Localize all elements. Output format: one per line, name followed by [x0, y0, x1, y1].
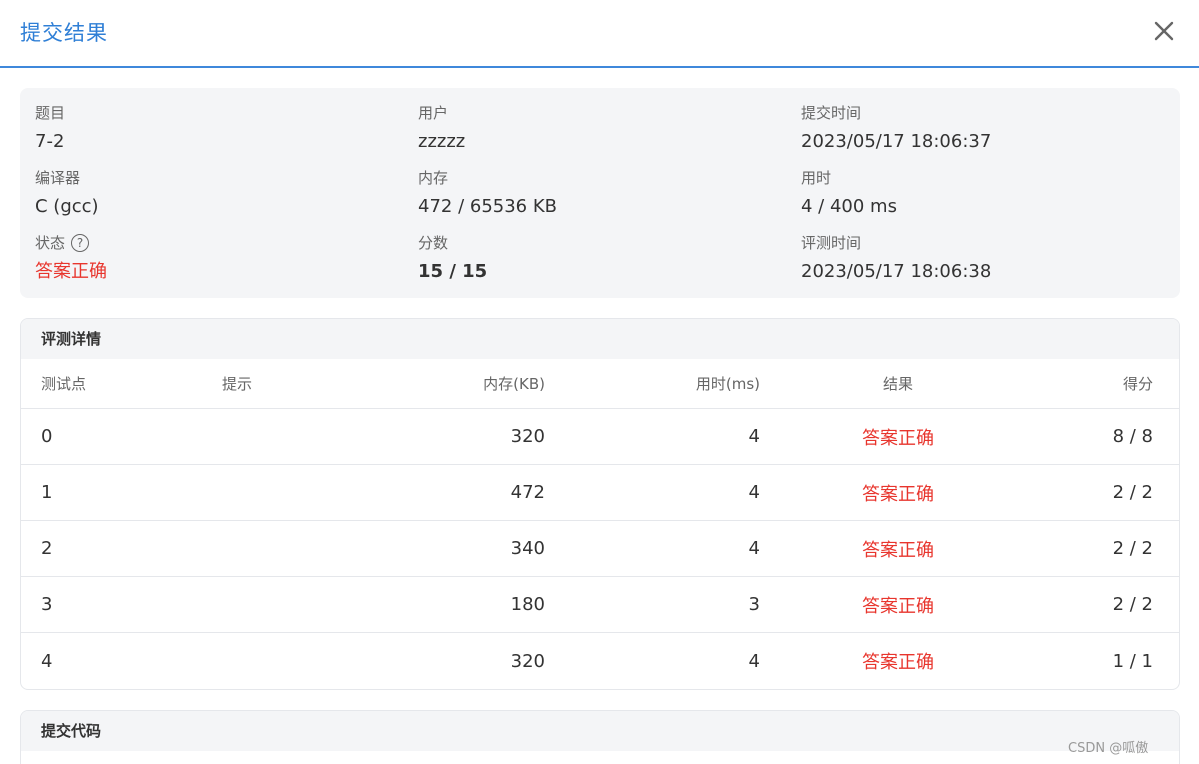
col-testcase: 测试点: [41, 375, 87, 393]
time-used-field: 用时 4 / 400 ms: [801, 167, 897, 219]
judge-time-label: 评测时间: [801, 234, 862, 252]
compiler-value: C (gcc): [35, 196, 99, 217]
user-value: zzzzz: [418, 131, 466, 152]
judge-detail-title: 评测详情: [21, 319, 1179, 359]
cell-time: 4: [748, 538, 760, 559]
problem-value[interactable]: 7-2: [35, 130, 65, 154]
problem-field: 题目 7-2: [35, 102, 65, 154]
cell-result: 答案正确: [862, 595, 934, 617]
table-row: 1 472 4 答案正确 2 / 2: [21, 465, 1179, 521]
cell-score: 1 / 1: [1112, 650, 1153, 672]
submission-summary: 题目 7-2 用户 zzzzz 提交时间 2023/05/17 18:06:37…: [20, 88, 1180, 298]
col-score: 得分: [1122, 375, 1153, 393]
col-time: 用时(ms): [695, 375, 760, 393]
close-icon[interactable]: [1150, 17, 1178, 45]
cell-memory: 180: [510, 594, 545, 615]
time-used-label: 用时: [801, 169, 832, 187]
submit-time-value: 2023/05/17 18:06:37: [801, 131, 992, 152]
table-header: 测试点 提示 内存(KB) 用时(ms) 结果 得分: [21, 359, 1179, 409]
user-label: 用户: [418, 104, 449, 122]
score-value: 15 / 15: [418, 261, 488, 282]
cell-memory: 320: [510, 650, 545, 672]
cell-memory: 340: [510, 538, 545, 559]
cell-testcase: 2: [41, 538, 53, 559]
col-result: 结果: [882, 375, 913, 393]
table-row: 3 180 3 答案正确 2 / 2: [21, 577, 1179, 633]
dialog-title: 提交结果: [20, 21, 108, 45]
submitted-code-title: 提交代码: [21, 711, 1179, 751]
cell-memory: 472: [510, 482, 545, 503]
time-used-value: 4 / 400 ms: [801, 196, 897, 217]
col-memory: 内存(KB): [483, 375, 545, 393]
judge-detail-panel: 评测详情 测试点 提示 内存(KB) 用时(ms) 结果 得分 0 320 4 …: [20, 318, 1180, 690]
memory-field: 内存 472 / 65536 KB: [418, 167, 557, 219]
cell-testcase: 0: [41, 426, 53, 447]
table-row: 0 320 4 答案正确 8 / 8: [21, 409, 1179, 465]
cell-result: 答案正确: [862, 652, 934, 673]
cell-testcase: 1: [41, 482, 53, 503]
score-label: 分数: [418, 234, 449, 252]
cell-time: 4: [748, 482, 760, 503]
cell-score: 8 / 8: [1112, 426, 1153, 447]
status-field: 状态 ? 答案正确: [35, 232, 107, 284]
submit-time-field: 提交时间 2023/05/17 18:06:37: [801, 102, 991, 154]
cell-testcase: 4: [41, 650, 53, 672]
judge-time-field: 评测时间 2023/05/17 18:06:38: [801, 232, 991, 284]
cell-result: 答案正确: [862, 483, 934, 505]
cell-memory: 320: [510, 426, 545, 447]
cell-result: 答案正确: [862, 539, 934, 561]
cell-score: 2 / 2: [1112, 538, 1153, 559]
submitted-code-panel: 提交代码: [20, 710, 1180, 764]
memory-value: 472 / 65536 KB: [418, 196, 557, 217]
user-field: 用户 zzzzz: [418, 102, 465, 154]
submit-time-label: 提交时间: [801, 104, 862, 122]
memory-label: 内存: [418, 169, 449, 187]
score-field: 分数 15 / 15: [418, 232, 487, 284]
cell-time: 4: [748, 650, 760, 672]
problem-label: 题目: [35, 104, 66, 122]
watermark: CSDN @呱傲: [1068, 741, 1149, 756]
compiler-field: 编译器 C (gcc): [35, 167, 99, 219]
table-row: 2 340 4 答案正确 2 / 2: [21, 521, 1179, 577]
cell-score: 2 / 2: [1112, 482, 1153, 503]
compiler-label: 编译器: [35, 169, 81, 187]
status-value: 答案正确: [35, 261, 107, 282]
cell-time: 3: [748, 594, 760, 615]
cell-time: 4: [748, 426, 760, 447]
cell-testcase: 3: [41, 594, 53, 615]
cell-score: 2 / 2: [1112, 594, 1153, 615]
col-hint: 提示: [222, 375, 253, 393]
table-row: 4 320 4 答案正确 1 / 1: [21, 633, 1179, 689]
status-label: 状态: [35, 234, 66, 252]
help-icon[interactable]: ?: [71, 234, 90, 252]
dialog-header: 提交结果: [0, 0, 1199, 68]
judge-time-value: 2023/05/17 18:06:38: [801, 261, 992, 282]
cell-result: 答案正确: [862, 427, 934, 449]
